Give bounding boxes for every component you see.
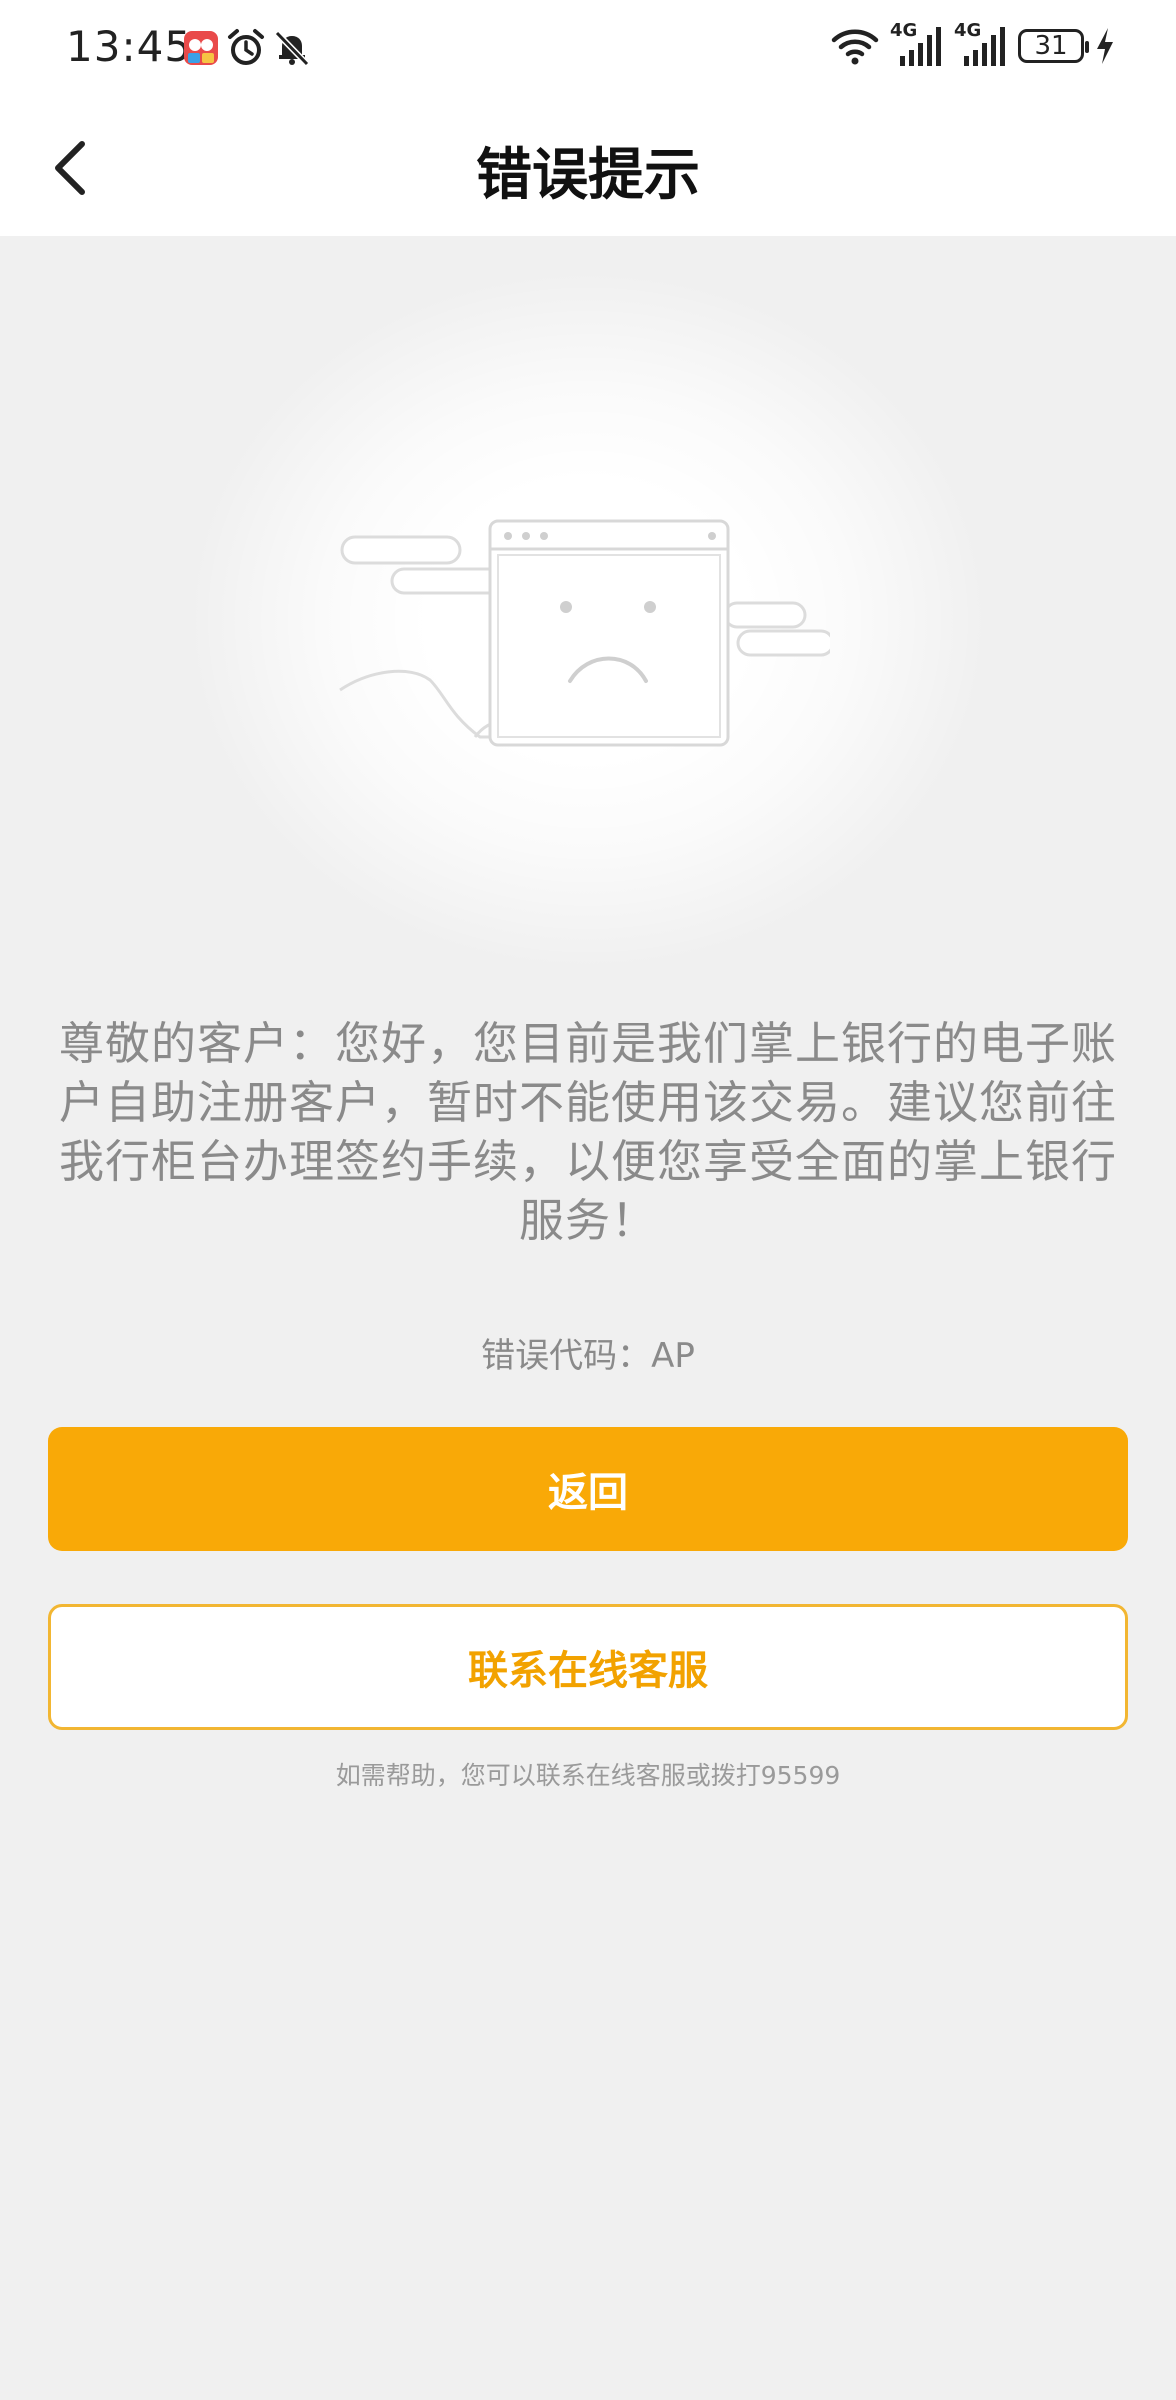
alarm-icon [228,29,264,65]
error-code: 错误代码：AP [481,1336,695,1376]
status-bar: 13:45 4G 4G 31 [0,0,1176,100]
battery-icon: 31 [1018,29,1089,63]
return-button[interactable]: 返回 [48,1427,1128,1551]
status-time: 13:45 [66,22,193,71]
status-right-icons: 4G 4G 31 [830,20,1116,68]
sad-browser-window-icon [339,519,830,747]
signal-icon: 4G [890,20,944,68]
wifi-icon [831,29,879,65]
header: 错误提示 [0,100,1176,236]
signal-icon: 4G [954,20,1008,68]
contact-online-service-button[interactable]: 联系在线客服 [48,1604,1128,1730]
status-left-icons [182,28,312,68]
charging-icon [1097,28,1113,64]
app-notification-icon [184,31,218,65]
page-title: 错误提示 [476,143,700,208]
help-text: 如需帮助，您可以联系在线客服或拨打95599 [335,1761,841,1790]
error-message: 尊敬的客户：您好，您目前是我们掌上银行的电子账户自助注册客户，暂时不能使用该交易… [58,1017,1117,1247]
battery-level: 31 [1034,31,1068,61]
bell-muted-icon [274,30,310,67]
